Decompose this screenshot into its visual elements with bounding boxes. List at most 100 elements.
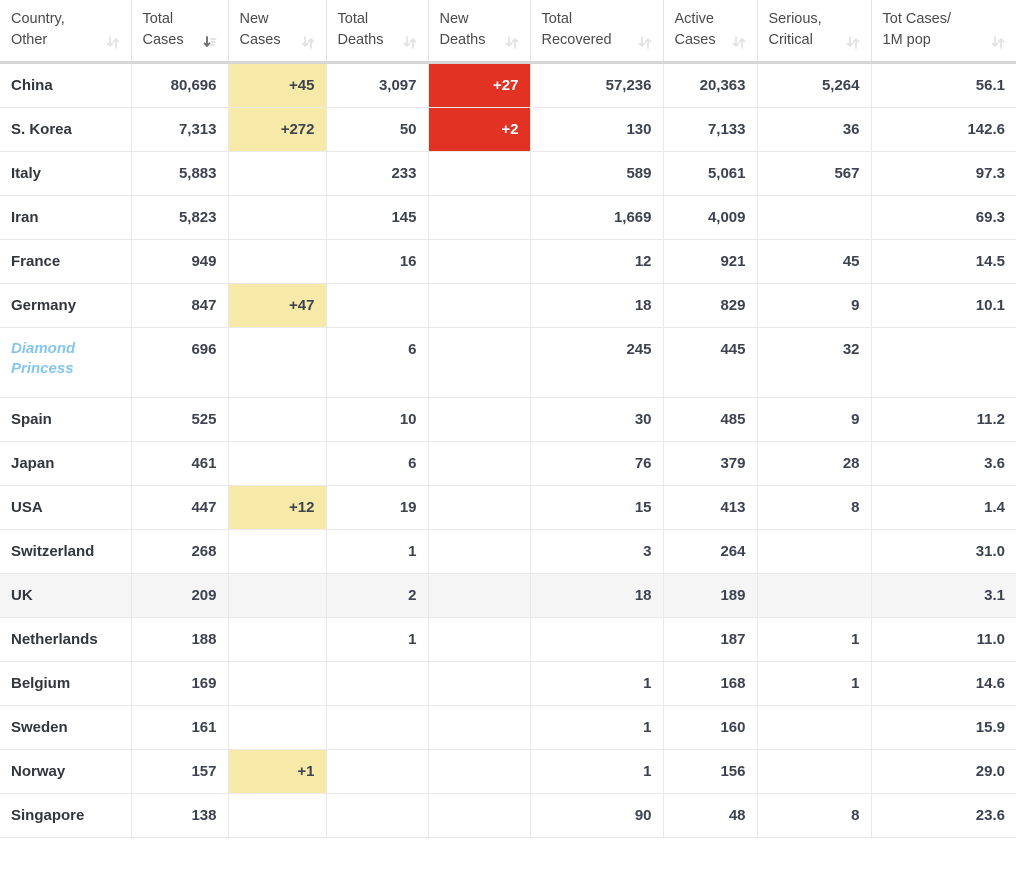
sort-both-icon[interactable] [301,35,315,50]
column-header-cases_per_1m[interactable]: Tot Cases/1M pop [871,0,1016,65]
cell-country[interactable]: Germany [0,283,132,329]
cell-active_cases: 413 [663,485,758,531]
cell-total_deaths: 6 [326,327,429,399]
cell-new_cases [228,529,327,575]
cell-new_cases [228,441,327,487]
cell-total_recovered: 3 [530,529,664,575]
column-header-line1: Active [674,11,715,27]
cell-serious_critical: 5,264 [757,62,872,109]
table-row[interactable]: Iran 5,823 145 1,669 4,009 69.3 [0,195,1016,241]
sort-both-icon[interactable] [732,35,746,50]
cell-new_deaths [428,485,531,531]
cell-serious_critical [757,573,872,619]
cell-cases_per_1m: 10.1 [871,283,1016,329]
cell-country[interactable]: Singapore [0,793,132,839]
column-header-new_deaths[interactable]: New Deaths [428,0,531,65]
cell-total_cases: 209 [131,573,229,619]
column-header-line1: Country, [11,11,65,27]
sort-both-icon[interactable] [846,35,860,50]
cell-country[interactable]: Norway [0,749,132,795]
column-header-inner: Serious, Critical [769,9,860,51]
table-row[interactable]: China 80,696 +45 3,097 +27 57,236 20,363 5,264 5… [0,62,1016,109]
sort-both-icon[interactable] [403,35,417,50]
cell-new_cases [228,327,327,399]
table-row[interactable]: Germany 847 +47 18 829 9 10.1 [0,283,1016,329]
cell-country-link[interactable]: Diamond Princess [0,327,132,399]
cell-active_cases: 379 [663,441,758,487]
cell-active_cases: 7,133 [663,107,758,153]
cell-new_cases [228,151,327,197]
cell-new_cases: +45 [228,62,327,109]
column-header-new_cases[interactable]: New Cases [228,0,327,65]
table-row[interactable]: Sweden 161 1 160 15.9 [0,705,1016,751]
cell-country[interactable]: Belgium [0,661,132,707]
table-row[interactable]: Norway 157 +1 1 156 29.0 [0,749,1016,795]
column-header-label: Country, Other [11,9,100,51]
table-row[interactable]: Japan 461 6 76 379 28 3.6 [0,441,1016,487]
cell-country[interactable]: Netherlands [0,617,132,663]
cell-total_deaths: 19 [326,485,429,531]
column-header-inner: Tot Cases/1M pop [883,9,1006,51]
cell-total_deaths: 1 [326,617,429,663]
cell-serious_critical: 8 [757,793,872,839]
cell-country[interactable]: Sweden [0,705,132,751]
cell-total_deaths: 50 [326,107,429,153]
column-header-line2: Critical [768,32,813,49]
table-row[interactable]: UK 209 2 18 189 3.1 [0,573,1016,619]
column-header-total_deaths[interactable]: Total Deaths [326,0,429,65]
column-header-serious_critical[interactable]: Serious, Critical [757,0,872,65]
cell-total_deaths [326,705,429,751]
column-header-country[interactable]: Country, Other [0,0,132,65]
cell-cases_per_1m: 3.6 [871,441,1016,487]
column-header-label: Tot Cases/1M pop [883,9,986,51]
table-row[interactable]: Italy 5,883 233 589 5,061 567 97.3 [0,151,1016,197]
cell-cases_per_1m: 23.6 [871,793,1016,839]
cell-country[interactable]: Japan [0,441,132,487]
column-header-active_cases[interactable]: Active Cases [663,0,758,65]
cell-active_cases: 160 [663,705,758,751]
table-row[interactable]: Switzerland 268 1 3 264 31.0 [0,529,1016,575]
cell-new_cases: +1 [228,749,327,795]
cell-country[interactable]: Italy [0,151,132,197]
cell-cases_per_1m: 15.9 [871,705,1016,751]
table-row[interactable]: Netherlands 188 1 187 1 11.0 [0,617,1016,663]
cell-total_deaths: 233 [326,151,429,197]
table-row[interactable]: Singapore 138 90 48 8 23.6 [0,793,1016,839]
table-row[interactable]: Belgium 169 1 168 1 14.6 [0,661,1016,707]
cell-country[interactable]: Switzerland [0,529,132,575]
cell-active_cases: 921 [663,239,758,285]
table-row[interactable]: France 949 16 12 921 45 14.5 [0,239,1016,285]
cell-total_cases: 949 [131,239,229,285]
column-header-label: New Cases [240,9,295,51]
cell-serious_critical: 567 [757,151,872,197]
cell-total_cases: 696 [131,327,229,399]
cell-country[interactable]: USA [0,485,132,531]
coronavirus-cases-table: Country, Other Total Cases New Cases Total Deat… [0,0,1016,839]
table-row[interactable]: S. Korea 7,313 +272 50 +2 130 7,133 36 142.6 [0,107,1016,153]
sort-both-icon[interactable] [991,35,1005,50]
sort-desc-icon[interactable] [203,35,217,50]
table-row[interactable]: USA 447 +12 19 15 413 8 1.4 [0,485,1016,531]
cell-new_cases [228,397,327,443]
table-row[interactable]: Diamond Princess 696 6 245 445 32 [0,327,1016,399]
table-row[interactable]: Spain 525 10 30 485 9 11.2 [0,397,1016,443]
column-header-line1: New [239,11,269,27]
column-header-total_recovered[interactable]: Total Recovered [530,0,664,65]
cell-country[interactable]: S. Korea [0,107,132,153]
cell-country[interactable]: China [0,62,132,109]
cell-new_cases [228,239,327,285]
column-header-total_cases[interactable]: Total Cases [131,0,229,65]
cell-cases_per_1m: 31.0 [871,529,1016,575]
cell-new_deaths [428,705,531,751]
cell-country[interactable]: Iran [0,195,132,241]
cell-country[interactable]: Spain [0,397,132,443]
cell-total_cases: 847 [131,283,229,329]
sort-both-icon[interactable] [505,35,519,50]
cell-serious_critical [757,529,872,575]
sort-both-icon[interactable] [106,35,120,50]
sort-both-icon[interactable] [638,35,652,50]
column-header-inner: Total Recovered [542,9,652,51]
cell-new_deaths [428,283,531,329]
cell-country[interactable]: UK [0,573,132,619]
cell-country[interactable]: France [0,239,132,285]
